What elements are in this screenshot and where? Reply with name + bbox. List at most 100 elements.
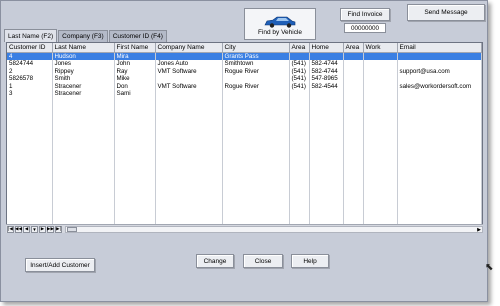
tab-last-name[interactable]: Last Name (F2) — [4, 29, 58, 42]
column-header[interactable]: Home — [309, 43, 344, 53]
cell-work — [363, 52, 398, 60]
column-header[interactable]: Last Name — [52, 43, 115, 53]
horizontal-scrollbar[interactable]: ▶ — [65, 225, 483, 233]
cell-last-name: Hudson — [52, 52, 115, 60]
cell-last-name: Rippey — [52, 67, 115, 75]
cell-work — [363, 90, 398, 98]
cell-city — [222, 90, 290, 98]
scroll-right-icon[interactable]: ▶ — [477, 227, 481, 233]
cell-customer-id: 1 — [7, 82, 53, 90]
close-button[interactable]: Close — [243, 254, 283, 268]
previous-record-button[interactable]: ◀ — [23, 225, 30, 233]
cell-last-name: Stracener — [52, 90, 115, 98]
cell-email — [397, 75, 482, 83]
cell-work-area — [343, 60, 364, 68]
cell-customer-id: 2 — [7, 67, 53, 75]
cell-first-name: Sami — [114, 90, 156, 98]
send-message-button[interactable]: Send Message — [407, 4, 485, 21]
cell-city: Grants Pass — [222, 52, 290, 60]
car-icon — [264, 16, 296, 28]
cell-area — [289, 90, 310, 98]
cell-area: (541) — [289, 60, 310, 68]
search-tabs: Last Name (F2) Company (F3) Customer ID … — [4, 29, 167, 42]
change-button[interactable]: Change — [196, 254, 234, 268]
cell-city: Rogue River — [222, 82, 290, 90]
scroll-thumb[interactable] — [67, 226, 77, 232]
find-by-vehicle-label: Find by Vehicle — [257, 29, 303, 36]
cell-first-name: Mira — [114, 52, 156, 60]
column-header[interactable]: Area — [289, 43, 310, 53]
last-record-button[interactable]: ▶| — [55, 225, 62, 233]
column-header[interactable]: City — [222, 43, 290, 53]
cell-city: Smithtown — [222, 60, 290, 68]
cell-customer-id: 3 — [7, 90, 53, 98]
cell-work-area — [343, 82, 364, 90]
cell-last-name: Smith — [52, 75, 115, 83]
table-row[interactable]: 2 Rippey Ray VMT Software Rogue River (5… — [7, 67, 482, 75]
table-row[interactable]: 5826578 Smith Mike (541) 547-8965 — [7, 75, 482, 83]
dropdown-button[interactable]: ▼ — [31, 225, 38, 233]
cell-company — [155, 90, 223, 98]
cell-company: VMT Software — [155, 82, 223, 90]
cell-email: support@usa.com — [397, 67, 482, 75]
customer-table: Customer ID Last Name First Name Company… — [7, 43, 482, 232]
cell-company — [155, 52, 223, 60]
cell-work-area — [343, 75, 364, 83]
cell-work — [363, 82, 398, 90]
cell-company: VMT Software — [155, 67, 223, 75]
customer-grid[interactable]: Customer ID Last Name First Name Company… — [6, 42, 483, 233]
cell-customer-id: 5826578 — [7, 75, 53, 83]
column-header[interactable]: First Name — [114, 43, 156, 53]
cell-home: 582-4744 — [309, 67, 344, 75]
find-invoice-button[interactable]: Find Invoice — [340, 8, 390, 21]
tab-company[interactable]: Company (F3) — [58, 30, 108, 42]
cell-email — [397, 90, 482, 98]
help-button[interactable]: Help — [291, 254, 329, 268]
invoice-number-field[interactable]: 00000000 — [344, 23, 386, 33]
cell-last-name: Stracener — [52, 82, 115, 90]
column-header[interactable]: Customer ID — [7, 43, 53, 53]
cell-company: Jones Auto — [155, 60, 223, 68]
cell-home — [309, 90, 344, 98]
cell-first-name: Don — [114, 82, 156, 90]
cell-email — [397, 52, 482, 60]
tab-customer-id[interactable]: Customer ID (F4) — [108, 30, 167, 42]
cell-home: 582-4544 — [309, 82, 344, 90]
first-record-button[interactable]: |◀ — [7, 225, 14, 233]
cell-area: (541) — [289, 82, 310, 90]
next-page-button[interactable]: ▶▶ — [47, 225, 54, 233]
table-row[interactable]: 3 Stracener Sami — [7, 90, 482, 98]
previous-page-button[interactable]: ◀◀ — [15, 225, 22, 233]
cell-home — [309, 52, 344, 60]
cell-first-name: Ray — [114, 67, 156, 75]
cell-first-name: Mike — [114, 75, 156, 83]
next-record-button[interactable]: ▶ — [39, 225, 46, 233]
cell-work — [363, 60, 398, 68]
cell-first-name: John — [114, 60, 156, 68]
cell-email: sales@workordersoft.com — [397, 82, 482, 90]
cell-area — [289, 52, 310, 60]
cell-last-name: Jones — [52, 60, 115, 68]
find-by-vehicle-button[interactable]: Find by Vehicle — [244, 8, 316, 40]
cell-area: (541) — [289, 67, 310, 75]
column-header[interactable]: Work — [363, 43, 398, 53]
table-row[interactable]: 4 Hudson Mira Grants Pass — [7, 52, 482, 60]
cell-work — [363, 75, 398, 83]
cell-company — [155, 75, 223, 83]
column-header[interactable]: Company Name — [155, 43, 223, 53]
cell-customer-id: 4 — [7, 52, 53, 60]
cell-work-area — [343, 90, 364, 98]
cell-work-area — [343, 67, 364, 75]
cell-city: Rogue River — [222, 67, 290, 75]
table-row[interactable]: 1 Stracener Don VMT Software Rogue River… — [7, 82, 482, 90]
record-navigator: |◀ ◀◀ ◀ ▼ ▶ ▶▶ ▶| ▶ — [6, 224, 483, 233]
column-header[interactable]: Area — [343, 43, 364, 53]
cell-customer-id: 5824744 — [7, 60, 53, 68]
cell-email — [397, 60, 482, 68]
table-row[interactable]: 5824744 Jones John Jones Auto Smithtown … — [7, 60, 482, 68]
resize-cursor-icon: ⬉ — [485, 262, 494, 273]
column-header[interactable]: Email — [397, 43, 482, 53]
customer-lookup-window: Find by Vehicle Find Invoice 00000000 Se… — [0, 0, 488, 302]
insert-add-customer-button[interactable]: Insert/Add Customer — [25, 258, 95, 272]
cell-city — [222, 75, 290, 83]
